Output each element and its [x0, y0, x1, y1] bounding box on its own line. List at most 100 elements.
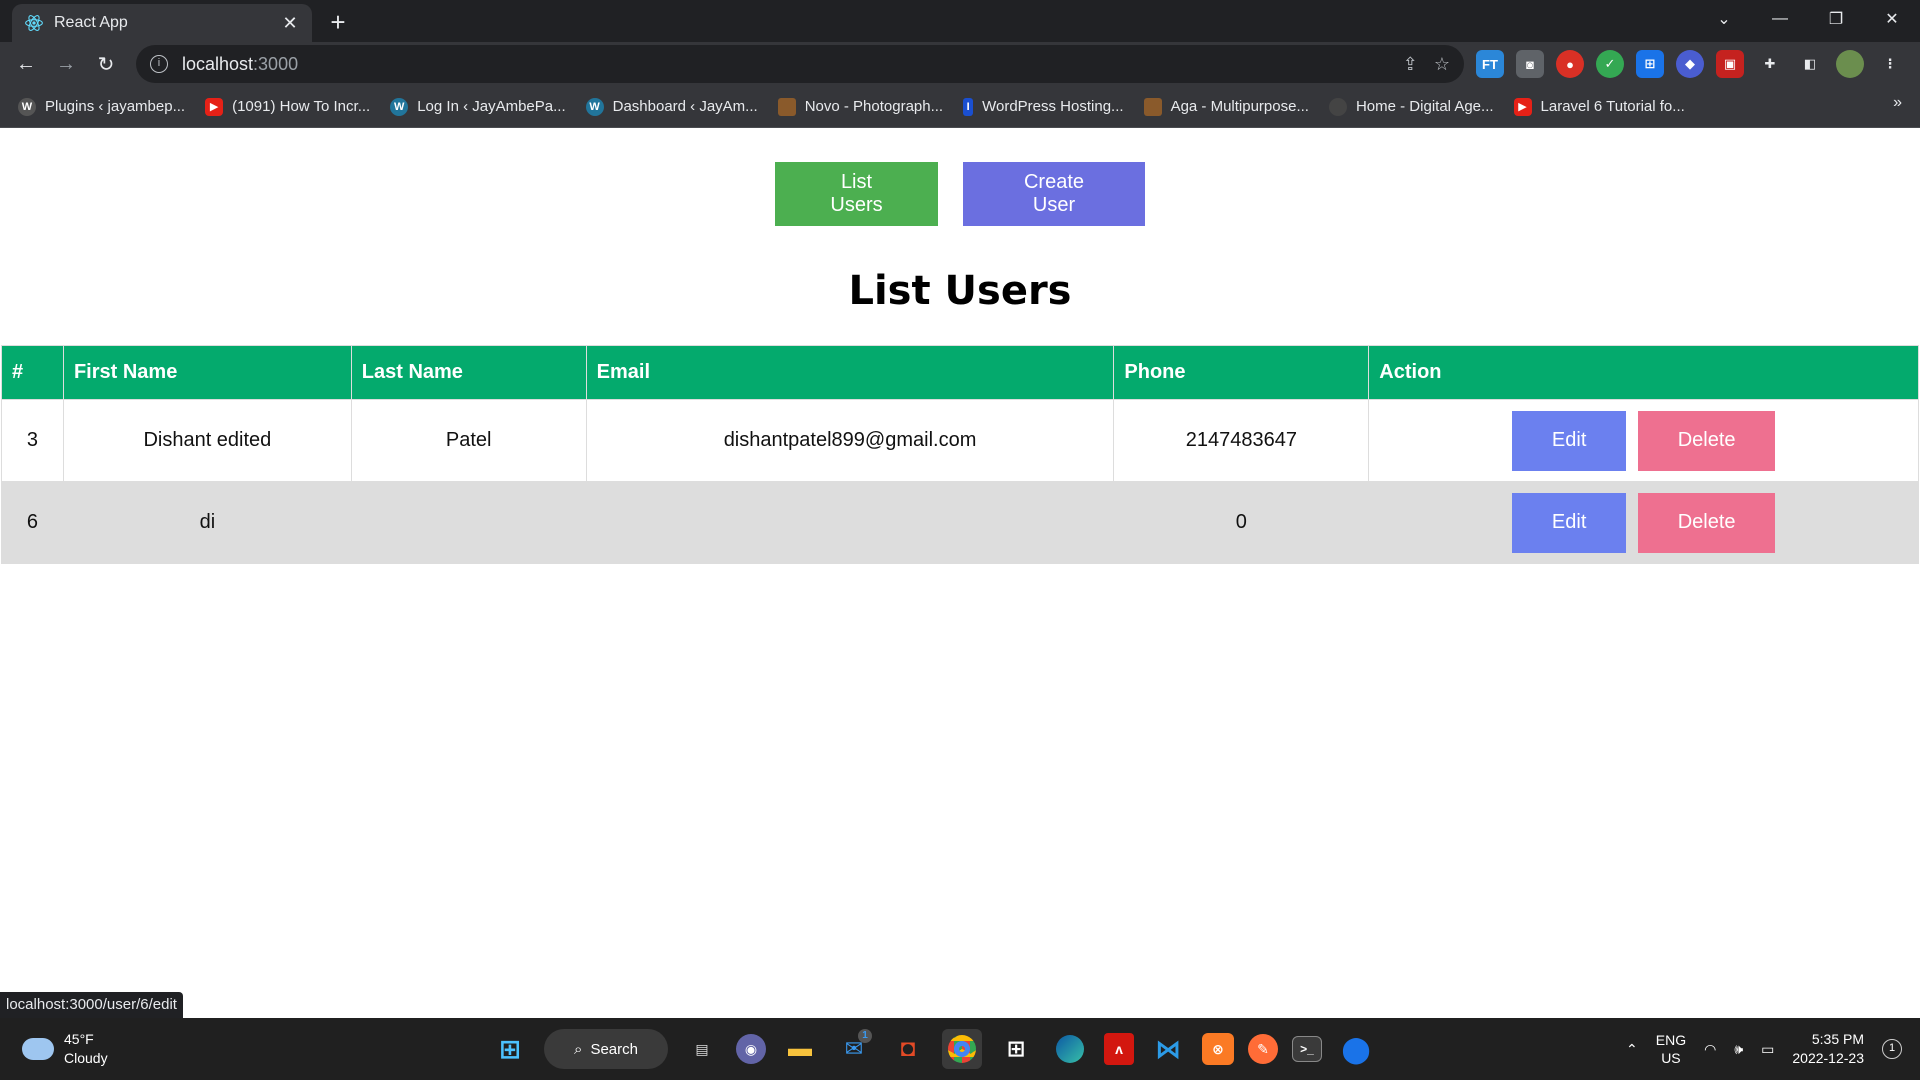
- edge-icon[interactable]: [1050, 1029, 1090, 1069]
- bookmark-label: Dashboard ‹ JayAm...: [612, 98, 758, 115]
- bookmark-star-icon[interactable]: ☆: [1434, 54, 1450, 75]
- bookmark-item[interactable]: Aga - Multipurpose...: [1143, 97, 1309, 116]
- bookmark-item[interactable]: I WordPress Hosting...: [963, 97, 1124, 116]
- reload-icon[interactable]: ↻: [86, 44, 126, 84]
- header-id: #: [1, 345, 64, 400]
- edit-button[interactable]: Edit: [1512, 492, 1627, 553]
- delete-button[interactable]: Delete: [1638, 410, 1776, 471]
- wappalyzer-extension-icon[interactable]: ◆: [1676, 50, 1704, 78]
- acrobat-icon[interactable]: ᴧ: [1104, 1033, 1134, 1065]
- weather-desc: Cloudy: [64, 1050, 108, 1066]
- profile-avatar[interactable]: [1836, 50, 1864, 78]
- extension-ft-icon[interactable]: FT: [1476, 50, 1504, 78]
- side-panel-icon[interactable]: ◧: [1796, 50, 1824, 78]
- restore-icon[interactable]: ❐: [1808, 0, 1864, 38]
- bookmark-item[interactable]: Home - Digital Age...: [1328, 97, 1494, 116]
- table-row: 6 di 0 Edit Delete: [1, 481, 1919, 564]
- address-bar[interactable]: i localhost:3000 ⇪ ☆: [136, 45, 1464, 83]
- volume-icon[interactable]: 🕪: [1734, 1041, 1743, 1058]
- clock-date: 2022-12-23: [1792, 1050, 1864, 1066]
- url-port: :3000: [253, 53, 299, 74]
- tab-react-app[interactable]: React App ✕: [12, 4, 312, 42]
- bookmark-label: Aga - Multipurpose...: [1170, 98, 1309, 115]
- browser-toolbar: ← → ↻ i localhost:3000 ⇪ ☆ FT ◙ ● ✓ ⊞ ◆ …: [0, 42, 1920, 86]
- mail-badge: 1: [858, 1029, 872, 1043]
- edit-button[interactable]: Edit: [1512, 410, 1627, 471]
- wordpress-icon: W: [585, 97, 604, 116]
- header-action: Action: [1368, 345, 1919, 400]
- create-user-button[interactable]: Create User: [963, 162, 1145, 226]
- cloud-icon: [22, 1038, 54, 1060]
- bookmark-item[interactable]: W Log In ‹ JayAmbePa...: [390, 97, 566, 116]
- office-icon[interactable]: ◘: [888, 1029, 928, 1069]
- back-icon[interactable]: ←: [6, 44, 46, 84]
- mail-icon[interactable]: ✉ 1: [834, 1029, 874, 1069]
- bookmark-item[interactable]: ▶ (1091) How To Incr...: [205, 97, 371, 116]
- forward-icon[interactable]: →: [46, 44, 86, 84]
- browser-menu-icon[interactable]: ⋮: [1876, 50, 1904, 78]
- weather-widget[interactable]: 45°F Cloudy: [22, 1030, 108, 1068]
- react-icon: [25, 15, 43, 31]
- wifi-icon[interactable]: ◠: [1704, 1041, 1716, 1058]
- bookmark-label: WordPress Hosting...: [982, 98, 1124, 115]
- close-tab-icon[interactable]: ✕: [280, 13, 300, 34]
- table-header-row: # First Name Last Name Email Phone Actio…: [1, 345, 1919, 400]
- camera-extension-icon[interactable]: ◙: [1516, 50, 1544, 78]
- youtube-icon: ▶: [205, 97, 224, 116]
- cell-first-name: di: [62, 481, 352, 564]
- chrome-icon[interactable]: [942, 1029, 982, 1069]
- clock[interactable]: 5:35 PM 2022-12-23: [1792, 1030, 1864, 1068]
- bookmark-label: (1091) How To Incr...: [232, 98, 371, 115]
- taskbar-search-button[interactable]: ⌕ Search: [544, 1029, 668, 1069]
- xampp-icon[interactable]: ⊗: [1202, 1033, 1234, 1065]
- windows-start-icon[interactable]: ⊞: [490, 1029, 530, 1069]
- vscode-icon[interactable]: ⋈: [1148, 1029, 1188, 1069]
- tab-search-icon[interactable]: ⌄: [1696, 0, 1752, 38]
- delete-button[interactable]: Delete: [1638, 492, 1776, 553]
- bookmark-label: Novo - Photograph...: [804, 98, 944, 115]
- more-bookmarks-button[interactable]: »: [1893, 94, 1902, 112]
- show-hidden-icons-icon[interactable]: ⌃: [1626, 1041, 1638, 1058]
- notification-badge[interactable]: 1: [1882, 1039, 1902, 1059]
- window-controls: ⌄ — ❐ ✕: [1696, 0, 1920, 42]
- bookmark-label: Laravel 6 Tutorial fo...: [1540, 98, 1685, 115]
- battery-icon[interactable]: ▭: [1761, 1041, 1774, 1058]
- site-info-icon[interactable]: i: [150, 55, 168, 73]
- bookmark-label: Log In ‹ JayAmbePa...: [417, 98, 566, 115]
- lang-top: ENG: [1655, 1032, 1687, 1048]
- extensions-puzzle-icon[interactable]: ✚: [1756, 50, 1784, 78]
- share-icon[interactable]: ⇪: [1403, 54, 1418, 75]
- new-tab-button[interactable]: +: [322, 7, 354, 39]
- minimize-icon[interactable]: —: [1752, 0, 1808, 38]
- language-indicator[interactable]: ENG US: [1656, 1031, 1686, 1067]
- file-explorer-icon[interactable]: ▬: [780, 1029, 820, 1069]
- system-tray: ⌃ ENG US ◠ 🕪 ▭ 5:35 PM 2022-12-23 1: [1626, 1028, 1902, 1070]
- terminal-icon[interactable]: >_: [1292, 1036, 1322, 1062]
- cell-phone: 2147483647: [1113, 399, 1370, 482]
- app-nav: List Users Create User: [0, 162, 1920, 226]
- clock-time: 5:35 PM: [1811, 1031, 1864, 1047]
- cell-phone: 0: [1113, 481, 1370, 564]
- cell-id: 6: [1, 481, 64, 564]
- bookmark-item[interactable]: W Dashboard ‹ JayAm...: [585, 97, 758, 116]
- page-title: List Users: [848, 268, 1072, 314]
- maps-pin-icon[interactable]: ⬤: [1336, 1029, 1376, 1069]
- task-view-icon[interactable]: ▤: [682, 1029, 722, 1069]
- cell-email: dishantpatel899@gmail.com: [585, 399, 1115, 482]
- color-picker-extension-icon[interactable]: ●: [1556, 50, 1584, 78]
- bookmark-item[interactable]: W Plugins ‹ jayambep...: [18, 97, 186, 116]
- screenshot-extension-icon[interactable]: ▣: [1716, 50, 1744, 78]
- url-host: localhost: [182, 53, 254, 74]
- grammar-extension-icon[interactable]: ✓: [1596, 50, 1624, 78]
- translate-extension-icon[interactable]: ⊞: [1636, 50, 1664, 78]
- teams-chat-icon[interactable]: ◉: [736, 1034, 766, 1064]
- close-window-icon[interactable]: ✕: [1864, 0, 1920, 38]
- bookmarks-bar: W Plugins ‹ jayambep... ▶ (1091) How To In…: [0, 86, 1920, 128]
- bookmark-item[interactable]: Novo - Photograph...: [777, 97, 944, 116]
- list-users-button[interactable]: List Users: [775, 162, 938, 226]
- postman-icon[interactable]: ✎: [1248, 1034, 1278, 1064]
- bookmark-label: Plugins ‹ jayambep...: [45, 98, 186, 115]
- microsoft-store-icon[interactable]: ⊞: [996, 1029, 1036, 1069]
- bookmark-item[interactable]: ▶ Laravel 6 Tutorial fo...: [1513, 97, 1685, 116]
- search-icon: ⌕: [574, 1040, 583, 1058]
